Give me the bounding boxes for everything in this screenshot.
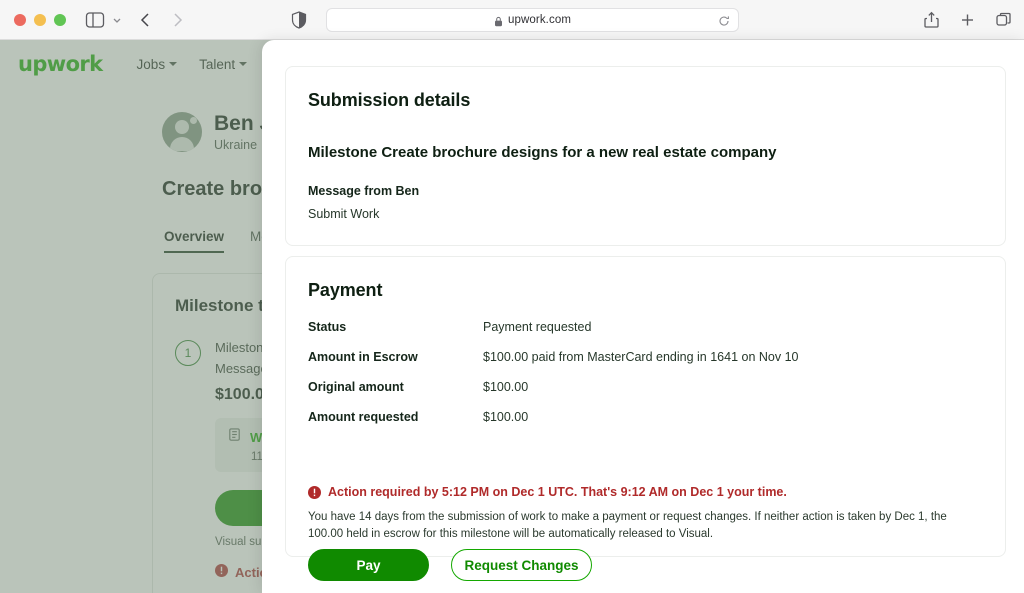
- back-arrow-icon[interactable]: [136, 10, 156, 30]
- alert-icon: [308, 486, 321, 499]
- toolbar-right-actions: [923, 11, 1012, 29]
- payment-card: Payment Status Payment requested Amount …: [285, 256, 1006, 557]
- request-changes-button[interactable]: Request Changes: [451, 549, 592, 581]
- table-row: Status Payment requested: [308, 320, 988, 350]
- amount-requested-value: $100.00: [483, 410, 528, 424]
- submission-details-card: Submission details Milestone Create broc…: [285, 66, 1006, 246]
- minimize-window-button[interactable]: [34, 14, 46, 26]
- payment-policy-note: You have 14 days from the submission of …: [308, 509, 973, 542]
- tab-overview-icon[interactable]: [995, 11, 1012, 29]
- forward-arrow-icon[interactable]: [167, 10, 187, 30]
- address-bar[interactable]: upwork.com: [326, 8, 739, 32]
- submission-modal: Submission details Milestone Create broc…: [262, 40, 1024, 593]
- pay-button[interactable]: Pay: [308, 549, 429, 581]
- original-amount-label: Original amount: [308, 380, 483, 394]
- payment-details-table: Status Payment requested Amount in Escro…: [308, 320, 988, 440]
- table-row: Amount requested $100.00: [308, 410, 988, 440]
- reload-icon[interactable]: [718, 14, 730, 26]
- payment-heading: Payment: [308, 280, 382, 301]
- share-icon[interactable]: [923, 11, 940, 29]
- payment-actions: Pay Request Changes: [308, 549, 592, 581]
- message-from-label: Message from Ben: [308, 184, 419, 198]
- amount-requested-label: Amount requested: [308, 410, 483, 424]
- plus-icon[interactable]: [959, 11, 976, 29]
- submission-details-heading: Submission details: [308, 90, 470, 111]
- action-required-alert: Action required by 5:12 PM on Dec 1 UTC.…: [308, 485, 787, 499]
- close-window-button[interactable]: [14, 14, 26, 26]
- payment-status-label: Status: [308, 320, 483, 334]
- message-body: Submit Work: [308, 207, 379, 221]
- browser-toolbar: upwork.com: [0, 0, 1024, 40]
- chevron-down-icon[interactable]: [110, 13, 124, 27]
- shield-icon[interactable]: [291, 11, 307, 29]
- app-screen: upwork.com: [0, 0, 1024, 593]
- window-controls: [14, 14, 66, 26]
- lock-icon: [494, 14, 503, 25]
- amount-in-escrow-label: Amount in Escrow: [308, 350, 483, 364]
- original-amount-value: $100.00: [483, 380, 528, 394]
- action-required-text: Action required by 5:12 PM on Dec 1 UTC.…: [328, 485, 787, 499]
- maximize-window-button[interactable]: [54, 14, 66, 26]
- amount-in-escrow-value: $100.00 paid from MasterCard ending in 1…: [483, 350, 798, 364]
- payment-status-value: Payment requested: [483, 320, 591, 334]
- table-row: Amount in Escrow $100.00 paid from Maste…: [308, 350, 988, 380]
- sidebar-toggle-icon[interactable]: [85, 11, 105, 29]
- table-row: Original amount $100.00: [308, 380, 988, 410]
- submission-milestone-title: Milestone Create brochure designs for a …: [308, 144, 776, 161]
- url-text: upwork.com: [508, 14, 571, 26]
